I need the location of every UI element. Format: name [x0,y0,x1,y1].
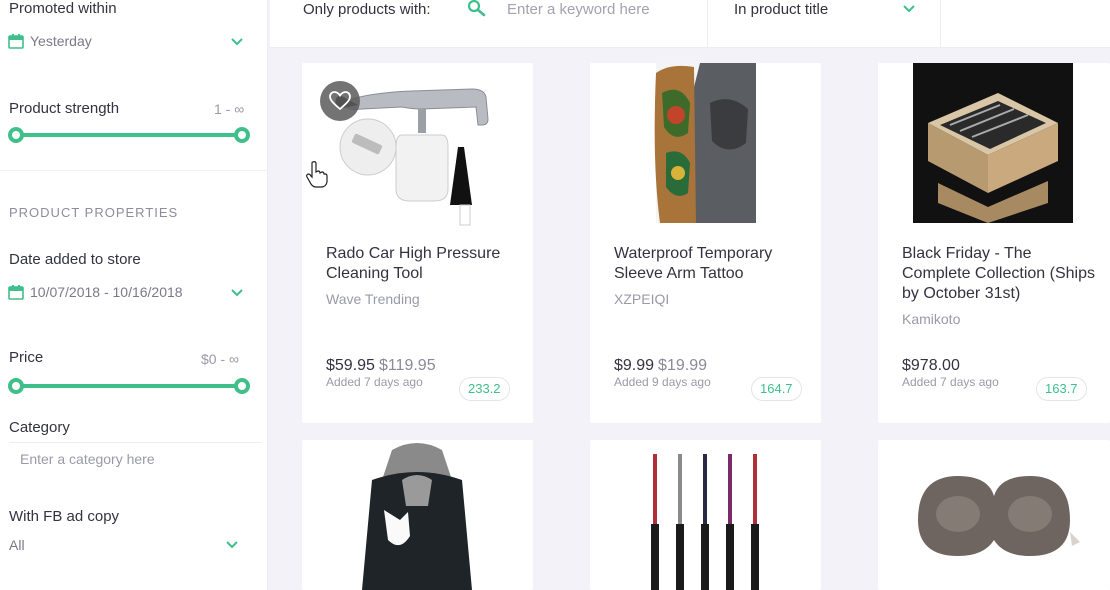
product-vendor: XZPEIQI [614,291,670,307]
original-price: $119.95 [378,357,436,374]
keyword-filter-label: Only products with: [303,1,431,18]
price-range: $0 - ∞ [201,351,239,367]
price-label: Price [9,349,44,366]
product-vendor: Wave Trending [326,291,420,307]
product-card[interactable] [590,440,821,590]
product-card[interactable] [302,440,533,590]
product-title[interactable]: Black Friday - The Complete Collection (… [902,244,1102,304]
product-price: $59.95 $119.95 [326,357,436,375]
product-card[interactable]: Black Friday - The Complete Collection (… [878,63,1110,423]
sleep-mask-image [918,476,1080,556]
product-strength-label: Product strength [9,100,120,117]
fb-ad-copy-value: All [9,537,25,553]
category-label: Category [9,419,70,436]
slider-max-handle[interactable] [234,378,250,394]
current-price: $9.99 [614,357,655,374]
product-image[interactable] [302,440,533,590]
keyword-filter-bar: Only products with: Enter a keyword here… [270,0,1110,48]
date-added-label: Date added to store [9,251,141,268]
knife-collection-image [913,63,1073,223]
product-card[interactable]: Rado Car High Pressure Cleaning Tool Wav… [302,63,533,423]
chevron-down-icon[interactable] [230,288,244,298]
product-card[interactable] [878,440,1110,590]
chevron-down-icon[interactable] [225,540,239,550]
slider-track [14,384,244,388]
price-slider[interactable] [8,378,250,394]
keyword-search-input[interactable]: Enter a keyword here [507,1,650,18]
heart-icon[interactable] [320,81,360,121]
calendar-icon [8,284,24,300]
calendar-icon [8,33,24,49]
product-properties-heading: PRODUCT PROPERTIES [9,205,179,220]
current-price: $978.00 [902,357,960,374]
cat-hoodie-image [362,443,472,590]
product-score-badge: 233.2 [459,377,510,401]
product-added-date: Added 9 days ago [614,375,711,389]
slider-max-handle[interactable] [234,127,250,143]
product-score-badge: 163.7 [1036,377,1087,401]
tattoo-sleeve-image [654,63,756,223]
keyword-scope-select[interactable]: In product title [734,1,828,18]
slider-min-handle[interactable] [8,127,24,143]
product-added-date: Added 7 days ago [326,375,423,389]
product-title[interactable]: Waterproof Temporary Sleeve Arm Tattoo [614,244,814,284]
product-title[interactable]: Rado Car High Pressure Cleaning Tool [326,244,526,284]
product-image[interactable] [878,440,1110,590]
product-card[interactable]: Waterproof Temporary Sleeve Arm Tattoo X… [590,63,821,423]
product-image[interactable] [590,440,821,590]
date-added-select[interactable]: 10/07/2018 - 10/16/2018 [8,284,183,300]
product-image[interactable] [590,63,821,233]
chevron-down-icon[interactable] [902,4,916,14]
search-icon [467,0,486,17]
promoted-within-select[interactable]: Yesterday [8,33,92,49]
product-price: $978.00 [902,357,964,375]
category-input[interactable]: Enter a category here [20,451,155,467]
topbar-separator [707,0,708,48]
fb-ad-copy-select[interactable]: All [9,537,25,553]
product-vendor: Kamikoto [902,311,961,327]
original-price: $19.99 [658,357,707,374]
eyeliner-pencils-image [651,454,759,590]
product-strength-range: 1 - ∞ [214,101,245,117]
section-divider [0,170,268,171]
topbar-separator [940,0,941,48]
date-added-value: 10/07/2018 - 10/16/2018 [30,284,183,300]
product-image[interactable] [878,63,1110,233]
slider-track [14,133,244,137]
promoted-within-label: Promoted within [9,0,117,17]
category-divider [9,442,261,443]
product-strength-slider[interactable] [8,127,250,143]
promoted-within-value: Yesterday [30,33,92,49]
slider-min-handle[interactable] [8,378,24,394]
fb-ad-copy-label: With FB ad copy [9,508,120,525]
product-score-badge: 164.7 [751,377,802,401]
hand-cursor-icon [306,161,328,188]
current-price: $59.95 [326,357,375,374]
product-added-date: Added 7 days ago [902,375,999,389]
product-price: $9.99 $19.99 [614,357,707,375]
filter-sidebar: Promoted within Yesterday Product streng… [0,0,268,590]
chevron-down-icon[interactable] [230,37,244,47]
